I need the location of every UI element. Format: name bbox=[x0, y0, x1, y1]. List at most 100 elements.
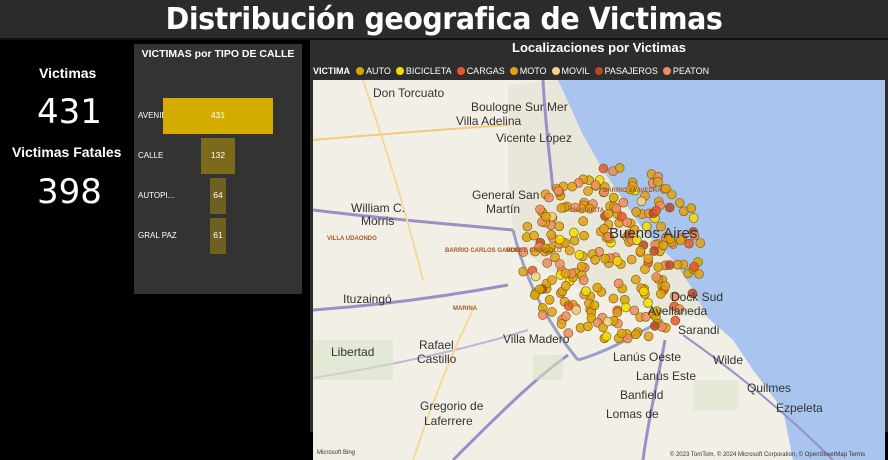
map-point[interactable] bbox=[560, 268, 571, 279]
map-point[interactable] bbox=[529, 230, 539, 241]
map-area-label: VILLA UDAONDO bbox=[327, 236, 377, 242]
map-point[interactable] bbox=[568, 227, 579, 238]
map-point[interactable] bbox=[614, 163, 625, 173]
map-point[interactable] bbox=[530, 290, 540, 300]
map-area-label: MONTE CHINGOLO bbox=[506, 248, 562, 254]
map-point[interactable] bbox=[626, 254, 637, 265]
map-point[interactable] bbox=[563, 301, 574, 311]
map-point[interactable] bbox=[608, 192, 619, 203]
map-point[interactable] bbox=[578, 216, 589, 226]
map-point[interactable] bbox=[630, 274, 641, 285]
map-point[interactable] bbox=[664, 202, 675, 213]
map-point[interactable] bbox=[579, 230, 589, 241]
map-point[interactable] bbox=[649, 321, 660, 331]
map-point[interactable] bbox=[599, 224, 609, 234]
map-point[interactable] bbox=[629, 305, 640, 316]
map-point[interactable] bbox=[567, 181, 578, 192]
map-point[interactable] bbox=[547, 275, 557, 285]
bar-chart-title: VICTIMAS por TIPO DE CALLE bbox=[141, 48, 295, 60]
map-point[interactable] bbox=[583, 321, 593, 332]
map-point[interactable] bbox=[561, 281, 571, 291]
map-place-label: Sarandi bbox=[678, 323, 720, 337]
map-point[interactable] bbox=[555, 259, 565, 269]
map-point[interactable] bbox=[601, 331, 612, 342]
map-point[interactable] bbox=[600, 253, 611, 264]
map-point[interactable] bbox=[612, 256, 623, 266]
legend-item[interactable]: PASAJEROS bbox=[594, 66, 658, 76]
map-point[interactable] bbox=[640, 264, 650, 274]
map-place-label: General San bbox=[472, 188, 540, 202]
map-point[interactable] bbox=[611, 203, 622, 214]
map-point[interactable] bbox=[689, 262, 699, 272]
map-point[interactable] bbox=[651, 272, 662, 282]
map-panel: Localizaciones por Victimas VICTIMA AUTO… bbox=[310, 40, 888, 460]
map-point[interactable] bbox=[556, 319, 567, 329]
legend-item[interactable]: MOVIL bbox=[551, 66, 590, 76]
map-place-label: Gregorio de bbox=[420, 399, 484, 413]
map-point[interactable] bbox=[653, 262, 664, 272]
map-point[interactable] bbox=[638, 286, 649, 297]
map-point[interactable] bbox=[631, 207, 642, 217]
map-point[interactable] bbox=[578, 275, 589, 285]
map-point[interactable] bbox=[612, 307, 623, 318]
map-point[interactable] bbox=[589, 300, 600, 311]
legend-item[interactable]: PEATON bbox=[662, 66, 709, 76]
map-point[interactable] bbox=[688, 213, 699, 223]
map-point[interactable] bbox=[598, 163, 609, 174]
map-point[interactable] bbox=[631, 329, 641, 340]
map-place-label: Villa Madero bbox=[503, 332, 570, 346]
map-point[interactable] bbox=[544, 295, 555, 305]
map-point[interactable] bbox=[537, 310, 548, 320]
map-point[interactable] bbox=[542, 258, 552, 268]
map-point[interactable] bbox=[661, 183, 671, 194]
map-point[interactable] bbox=[590, 255, 600, 265]
legend-item[interactable]: AUTO bbox=[356, 66, 391, 76]
map-point[interactable] bbox=[556, 203, 567, 213]
map-point[interactable] bbox=[613, 278, 624, 289]
map-point[interactable] bbox=[546, 229, 556, 240]
map-point[interactable] bbox=[686, 203, 697, 213]
map-point[interactable] bbox=[653, 177, 663, 187]
map-point[interactable] bbox=[518, 266, 528, 277]
map-point[interactable] bbox=[602, 316, 613, 327]
bar-chart-panel[interactable]: VICTIMAS por TIPO DE CALLE AVENIDA 431 CAL… bbox=[134, 44, 302, 294]
map-point[interactable] bbox=[535, 204, 545, 215]
map-point[interactable] bbox=[643, 331, 654, 342]
map-point[interactable] bbox=[574, 250, 585, 260]
map-point[interactable] bbox=[555, 234, 565, 245]
map-point[interactable] bbox=[590, 180, 601, 190]
legend-dot-icon bbox=[509, 67, 518, 75]
map-point[interactable] bbox=[553, 185, 564, 196]
map-point[interactable] bbox=[635, 246, 646, 256]
map-point[interactable] bbox=[636, 196, 647, 207]
map-point[interactable] bbox=[616, 328, 627, 339]
map-point[interactable] bbox=[651, 205, 661, 216]
map-point[interactable] bbox=[581, 286, 591, 296]
map-point[interactable] bbox=[592, 282, 603, 293]
map-canvas[interactable]: Don Torcuato Boulogne Sur Mer Villa Adel… bbox=[313, 80, 885, 460]
legend-item[interactable]: CARGAS bbox=[456, 66, 505, 76]
map-point[interactable] bbox=[643, 254, 654, 264]
map-place-label: Boulogne Sur Mer bbox=[471, 100, 568, 114]
map-point[interactable] bbox=[544, 192, 554, 203]
map-point[interactable] bbox=[583, 186, 593, 196]
map-point[interactable] bbox=[530, 271, 541, 282]
map-point[interactable] bbox=[547, 307, 557, 317]
map-point[interactable] bbox=[541, 211, 551, 222]
map-attribution[interactable]: © 2023 TomTom, © 2024 Microsoft Corporat… bbox=[670, 452, 865, 458]
map-point[interactable] bbox=[522, 221, 533, 232]
map-point[interactable] bbox=[603, 209, 614, 219]
map-point[interactable] bbox=[655, 289, 666, 299]
map-point[interactable] bbox=[674, 198, 685, 208]
map-point[interactable] bbox=[664, 260, 675, 270]
map-point[interactable] bbox=[554, 221, 565, 232]
map-point[interactable] bbox=[658, 240, 669, 251]
legend-item[interactable]: MOTO bbox=[509, 66, 547, 76]
map-point[interactable] bbox=[608, 293, 619, 304]
map-place-label: Dock Sud bbox=[671, 290, 724, 304]
legend-item[interactable]: BICICLETA bbox=[395, 66, 452, 76]
map-point[interactable] bbox=[620, 302, 631, 313]
map-point[interactable] bbox=[649, 246, 660, 256]
map-point[interactable] bbox=[576, 261, 587, 272]
map-point[interactable] bbox=[569, 235, 580, 246]
